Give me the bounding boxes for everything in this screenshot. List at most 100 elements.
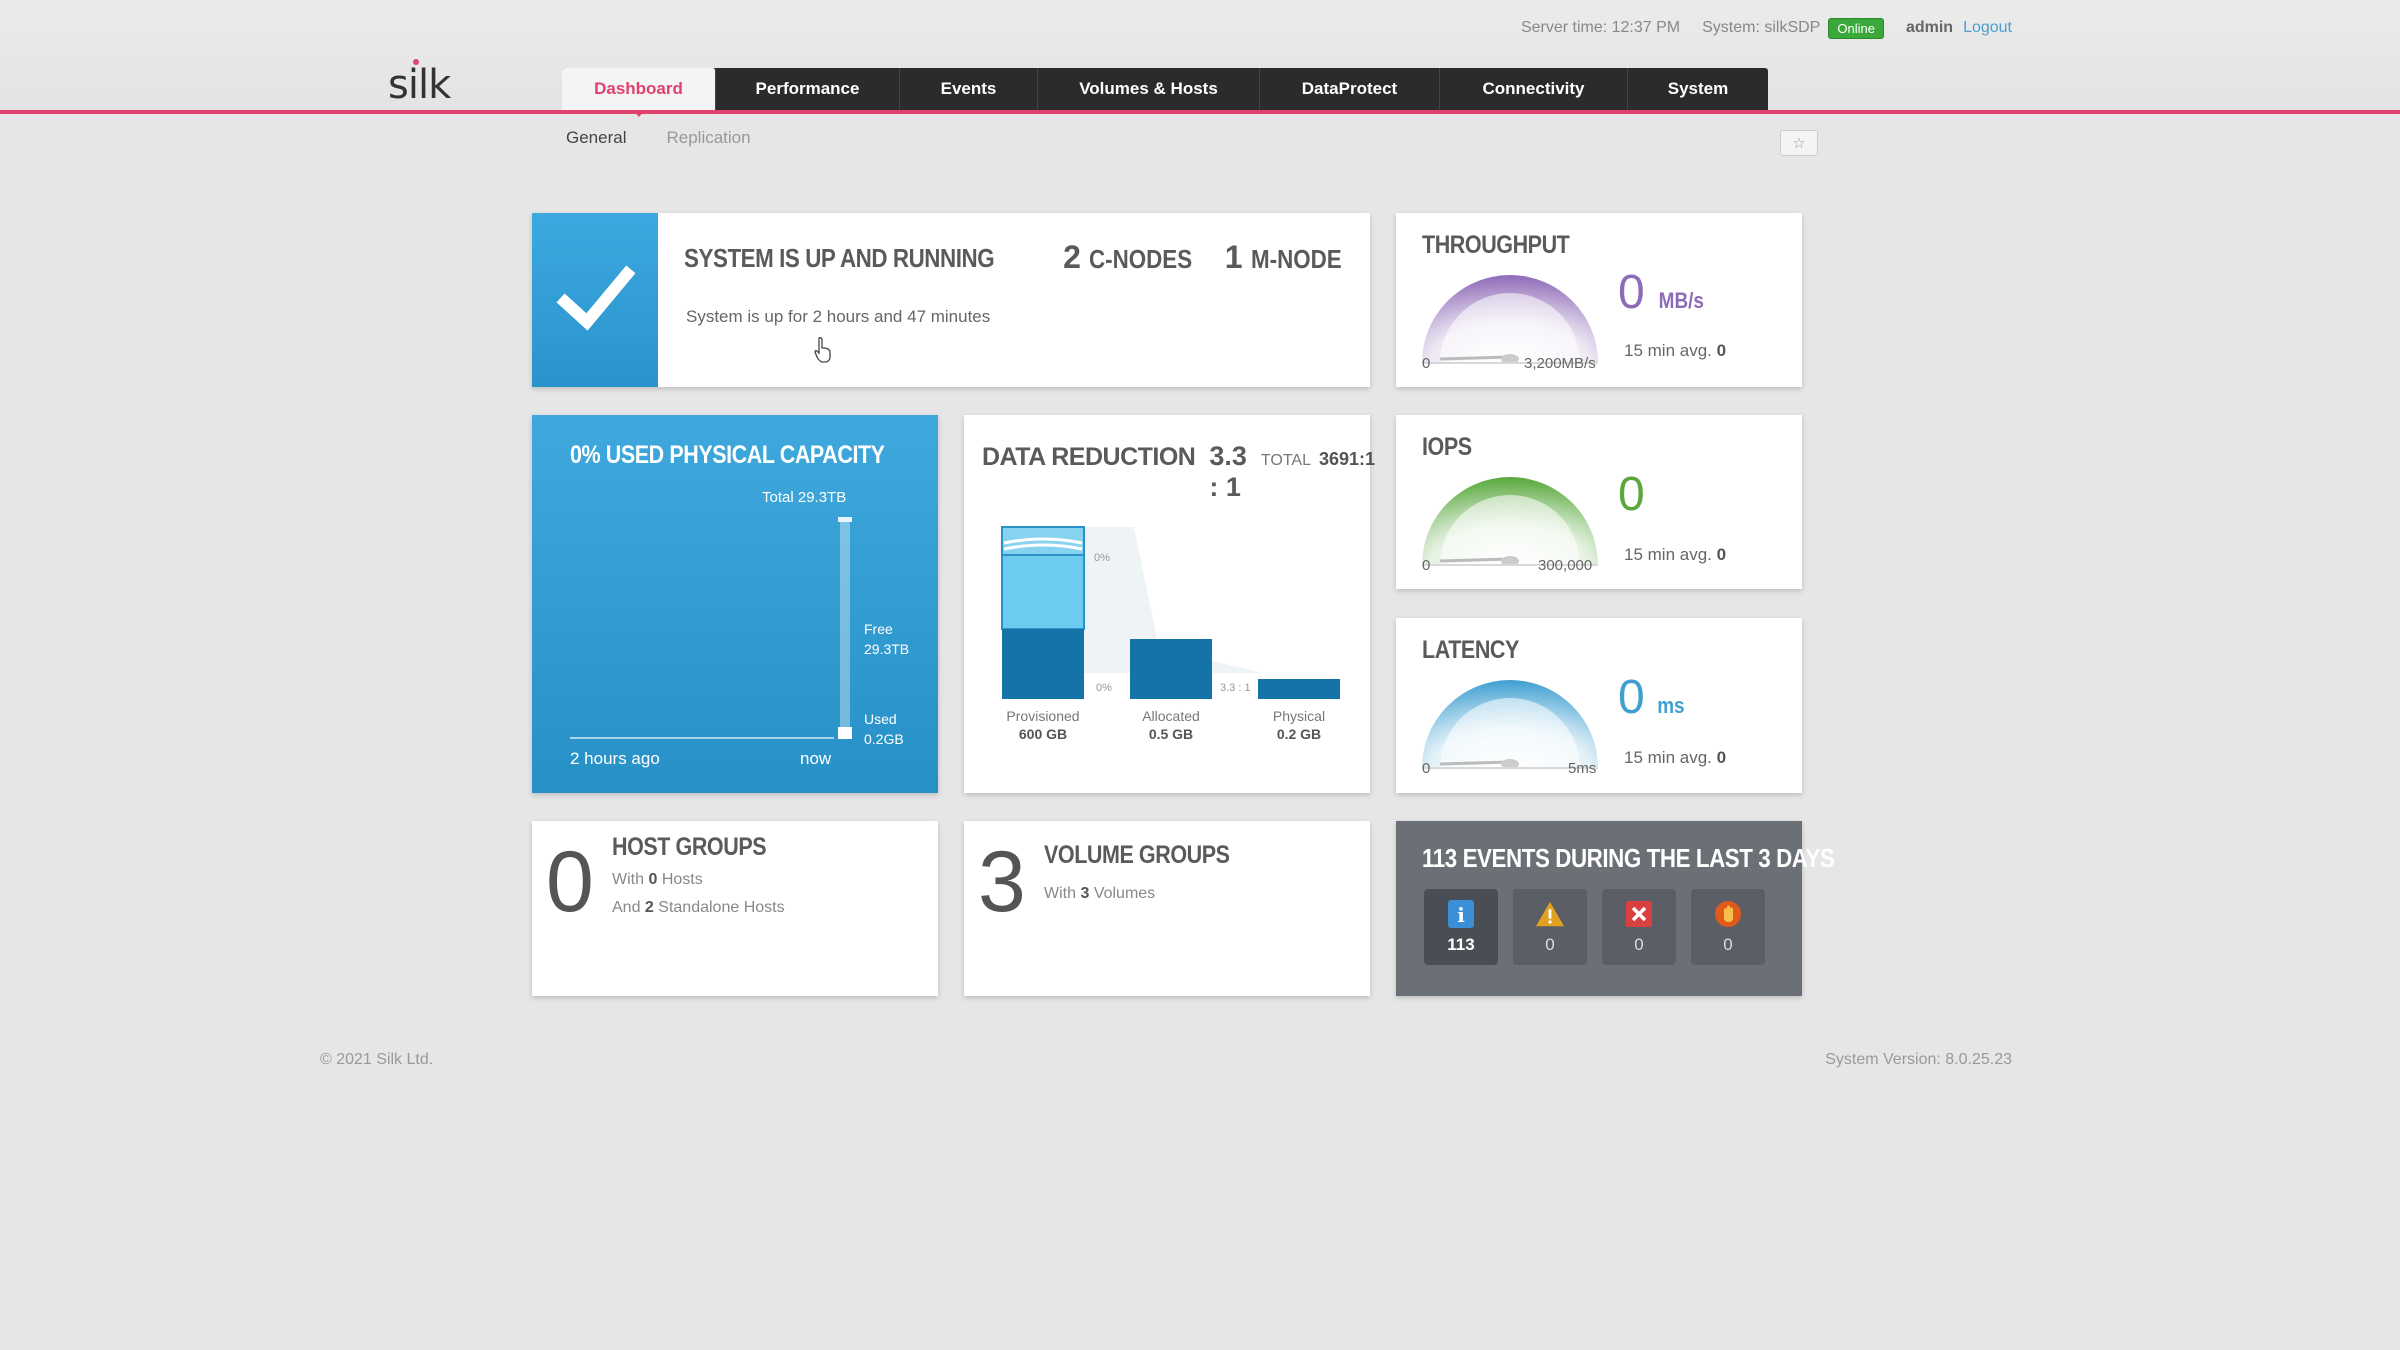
throughput-max: 3,200MB/s — [1524, 355, 1596, 372]
user-name[interactable]: admin — [1906, 19, 1953, 37]
throughput-avg-value: 0 — [1716, 341, 1727, 360]
latency-number: 0 — [1618, 671, 1645, 724]
iops-min: 0 — [1422, 557, 1431, 574]
info-icon: i — [1446, 899, 1476, 929]
c-nodes-count: 2 — [1063, 239, 1081, 275]
system-version: System Version: 8.0.25.23 — [1825, 1051, 2012, 1068]
throughput-gauge-needle — [1439, 355, 1511, 361]
latency-min: 0 — [1422, 760, 1431, 777]
iops-gauge-needle — [1439, 557, 1511, 563]
events-title: 113 EVENTS DURING THE LAST 3 DAYS — [1422, 843, 1835, 873]
tab-events[interactable]: Events — [900, 68, 1038, 110]
volumes-count: 3 — [1080, 885, 1090, 902]
mouse-cursor-icon — [814, 337, 831, 363]
svg-text:i: i — [1457, 903, 1465, 927]
iops-avg-value: 0 — [1716, 545, 1727, 564]
events-warning-button[interactable]: 0 — [1513, 889, 1587, 965]
iops-number: 0 — [1618, 468, 1645, 521]
tab-connectivity[interactable]: Connectivity — [1440, 68, 1628, 110]
pct-top-label: 0% — [1094, 552, 1110, 564]
warning-icon — [1535, 899, 1565, 929]
events-warning-count: 0 — [1545, 935, 1555, 954]
status-row: Server time: 12:37 PM System: silkSDP On… — [1520, 17, 2012, 39]
logout-link[interactable]: Logout — [1963, 19, 2012, 37]
silk-logo[interactable]: silk — [388, 62, 451, 108]
used-label: Used — [864, 711, 897, 727]
pct-mid-label: 0% — [1096, 682, 1112, 694]
bar-label-physical: Physical — [1273, 708, 1325, 724]
subtab-replication[interactable]: Replication — [666, 128, 750, 148]
standalone-prefix: And — [612, 899, 641, 916]
sub-nav: General Replication — [566, 128, 751, 148]
host-groups-hosts: With 0 Hosts — [612, 871, 703, 889]
tab-system[interactable]: System — [1628, 68, 1768, 110]
system-name: System: silkSDP Online — [1702, 17, 1884, 39]
favorite-button[interactable]: ☆ — [1780, 130, 1818, 156]
host-groups-standalone: And 2 Standalone Hosts — [612, 899, 785, 917]
tab-dataprotect[interactable]: DataProtect — [1260, 68, 1440, 110]
capacity-used-fill — [838, 727, 852, 739]
capacity-used: Used 0.2GB — [864, 709, 904, 749]
main-nav: Dashboard Performance Events Volumes & H… — [562, 68, 1768, 117]
capacity-bar — [840, 519, 850, 739]
capacity-title: 0% USED PHYSICAL CAPACITY — [570, 441, 885, 469]
iops-average: 15 min avg. 0 — [1624, 545, 1726, 565]
standalone-suffix: Standalone Hosts — [658, 899, 785, 916]
bar-provisioned-mid — [1001, 554, 1085, 630]
throughput-title: THROUGHPUT — [1422, 231, 1570, 259]
m-nodes-count: 1 — [1224, 239, 1243, 275]
throughput-unit: MB/s — [1658, 288, 1704, 313]
iops-avg-label: 15 min avg. — [1624, 545, 1712, 564]
events-card[interactable]: 113 EVENTS DURING THE LAST 3 DAYS i 113 … — [1396, 821, 1835, 996]
timeline-start-label: 2 hours ago — [570, 749, 660, 768]
events-info-count: 113 — [1447, 935, 1475, 954]
throughput-avg-label: 15 min avg. — [1624, 341, 1712, 360]
hosts-prefix: With — [612, 871, 644, 888]
bar-provisioned-used — [1002, 629, 1084, 699]
latency-gauge-needle — [1439, 760, 1511, 766]
header-divider — [0, 110, 2400, 114]
bar-label-allocated: Allocated — [1142, 708, 1200, 724]
host-groups-card[interactable]: 0 HOST GROUPS With 0 Hosts And 2 Standal… — [532, 821, 938, 996]
used-value: 0.2GB — [864, 731, 904, 747]
hosts-count: 0 — [648, 871, 658, 888]
subtab-general[interactable]: General — [566, 128, 626, 148]
iops-card[interactable]: IOPS 0 15 min avg. 0 0 300,000 — [1396, 415, 1802, 589]
capacity-timeline-axis — [570, 737, 834, 739]
tab-volumes-hosts[interactable]: Volumes & Hosts — [1038, 68, 1260, 110]
latency-card[interactable]: LATENCY 0 ms 15 min avg. 0 0 5ms — [1396, 618, 1802, 793]
system-status-card: SYSTEM IS UP AND RUNNING 2 C-NODES 1 M-N… — [532, 213, 1370, 387]
bar-physical — [1258, 679, 1340, 699]
events-info-button[interactable]: i 113 — [1424, 889, 1498, 965]
checkmark-icon — [532, 213, 658, 387]
uptime-text: System is up for 2 hours and 47 minutes — [686, 307, 991, 326]
events-error-button[interactable]: 0 — [1602, 889, 1676, 965]
iops-value: 0 — [1618, 471, 1655, 519]
bar-allocated — [1130, 639, 1212, 699]
logo-accent-dot — [413, 59, 419, 65]
data-reduction-chart: 0% 0% 3.3 : 1 Provisioned 600 GB Allocat… — [1001, 526, 1340, 742]
iops-max: 300,000 — [1538, 557, 1593, 574]
capacity-card[interactable]: 0% USED PHYSICAL CAPACITY Total 29.3TB F… — [532, 415, 938, 793]
capacity-total: Total 29.3TB — [762, 489, 847, 506]
throughput-card[interactable]: THROUGHPUT 0 MB/s 15 min avg. 0 0 3,200MB… — [1396, 213, 1802, 387]
standalone-count: 2 — [644, 899, 654, 916]
free-label: Free — [864, 621, 893, 637]
volume-groups-card[interactable]: 3 VOLUME GROUPS With 3 Volumes — [964, 821, 1370, 996]
system-status-title: SYSTEM IS UP AND RUNNING — [684, 243, 995, 273]
latency-max: 5ms — [1568, 760, 1597, 777]
star-icon: ☆ — [1792, 135, 1806, 152]
data-reduction-card[interactable]: DATA REDUCTION 3.3 : 1 TOTAL 3691:1 0% 0… — [964, 415, 1375, 793]
volume-groups-title: VOLUME GROUPS — [1044, 841, 1230, 869]
volume-groups-volumes: With 3 Volumes — [1044, 885, 1155, 903]
tab-performance[interactable]: Performance — [716, 68, 900, 110]
timeline-end-label: now — [800, 749, 832, 768]
bar-label-provisioned: Provisioned — [1006, 708, 1079, 724]
events-critical-button[interactable]: 0 — [1691, 889, 1765, 965]
server-time: Server time: 12:37 PM — [1520, 19, 1681, 36]
tab-dashboard[interactable]: Dashboard — [562, 68, 716, 117]
throughput-min: 0 — [1422, 355, 1431, 372]
throughput-value: 0 MB/s — [1618, 269, 1707, 317]
volumes-suffix: Volumes — [1093, 885, 1156, 902]
data-reduction-total-value: 3691:1 — [1319, 449, 1376, 469]
